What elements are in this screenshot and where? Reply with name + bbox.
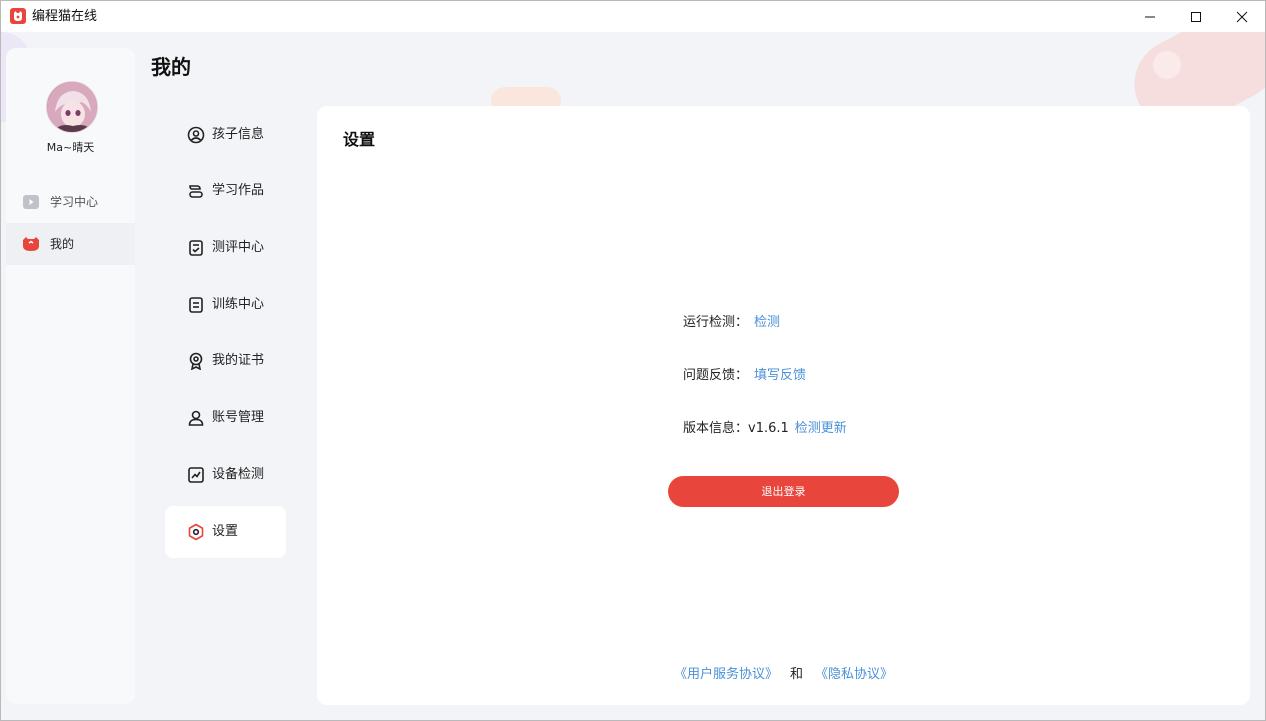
- menu-item-label: 学习作品: [212, 183, 265, 198]
- menu-item-settings[interactable]: 设置: [165, 506, 286, 558]
- menu-item-works[interactable]: 学习作品: [165, 165, 286, 217]
- background-decoration: [1153, 51, 1181, 79]
- run-check-link[interactable]: 检测: [754, 315, 780, 330]
- page-title: 我的: [151, 55, 191, 79]
- maximize-button[interactable]: [1173, 1, 1219, 32]
- menu-item-label: 训练中心: [212, 297, 265, 312]
- menu-item-assessment[interactable]: 测评中心: [165, 222, 286, 274]
- agreement-footer: 《用户服务协议》和《隐私协议》: [317, 663, 1250, 682]
- cat-logo-icon: [22, 236, 40, 252]
- menu-item-label: 设备检测: [212, 467, 265, 482]
- menu-item-label: 我的证书: [212, 353, 265, 368]
- layers-icon: [187, 182, 205, 200]
- feedback-label: 问题反馈：: [683, 368, 749, 383]
- version-value: v1.6.1: [748, 421, 789, 436]
- window-title: 编程猫在线: [32, 9, 98, 24]
- username: Ma~晴天: [46, 141, 95, 154]
- menu-item-label: 账号管理: [212, 410, 265, 425]
- privacy-link[interactable]: 《隐私协议》: [815, 667, 893, 682]
- feedback-link[interactable]: 填写反馈: [754, 368, 806, 383]
- terms-link[interactable]: 《用户服务协议》: [674, 667, 778, 682]
- close-icon: [1236, 11, 1248, 22]
- menu-item-account[interactable]: 账号管理: [165, 392, 286, 444]
- feedback-row: 问题反馈： 填写反馈: [683, 364, 806, 383]
- close-button[interactable]: [1219, 1, 1265, 32]
- menu-item-certificates[interactable]: 我的证书: [165, 335, 286, 387]
- menu-item-device-check[interactable]: 设备检测: [165, 449, 286, 501]
- minimize-button[interactable]: [1127, 1, 1173, 32]
- check-update-link[interactable]: 检测更新: [795, 421, 847, 436]
- version-row: 版本信息：v1.6.1 检测更新: [683, 417, 847, 436]
- panel-title: 设置: [343, 130, 376, 149]
- settings-icon: [187, 523, 205, 541]
- sidebar-item-label: 学习中心: [50, 195, 99, 209]
- video-icon: [22, 194, 40, 210]
- menu-item-child-info[interactable]: 孩子信息: [165, 109, 286, 161]
- run-check-label: 运行检测：: [683, 315, 749, 330]
- and-text: 和: [789, 667, 803, 682]
- app-window: 编程猫在线 Ma~晴天 学习中心 我的 我的 孩子信息 学习作品 测评中心 训练…: [0, 0, 1266, 721]
- menu-item-label: 设置: [212, 524, 239, 539]
- settings-panel: 设置 运行检测： 检测 问题反馈： 填写反馈 版本信息：v1.6.1 检测更新 退出登…: [317, 106, 1250, 705]
- document-icon: [187, 296, 205, 314]
- sidebar-item-label: 我的: [50, 237, 75, 251]
- menu-item-label: 测评中心: [212, 240, 265, 255]
- app-logo-icon: [10, 8, 26, 24]
- logout-button[interactable]: 退出登录: [668, 476, 899, 507]
- user-circle-icon: [187, 126, 205, 144]
- user-icon: [187, 409, 205, 427]
- run-check-row: 运行检测： 检测: [683, 311, 780, 330]
- version-label: 版本信息：: [683, 421, 749, 436]
- minimize-icon: [1145, 16, 1155, 17]
- sidebar-item-mine[interactable]: 我的: [6, 223, 135, 265]
- avatar[interactable]: [46, 81, 98, 133]
- sidebar-item-learning-center[interactable]: 学习中心: [6, 181, 135, 223]
- clipboard-check-icon: [187, 239, 205, 257]
- title-bar: 编程猫在线: [1, 1, 1265, 32]
- menu-item-label: 孩子信息: [212, 127, 265, 142]
- chart-line-icon: [187, 466, 205, 484]
- maximize-icon: [1191, 11, 1201, 22]
- award-icon: [187, 352, 205, 371]
- sidebar: Ma~晴天 学习中心 我的: [6, 48, 135, 704]
- menu-item-training[interactable]: 训练中心: [165, 279, 286, 331]
